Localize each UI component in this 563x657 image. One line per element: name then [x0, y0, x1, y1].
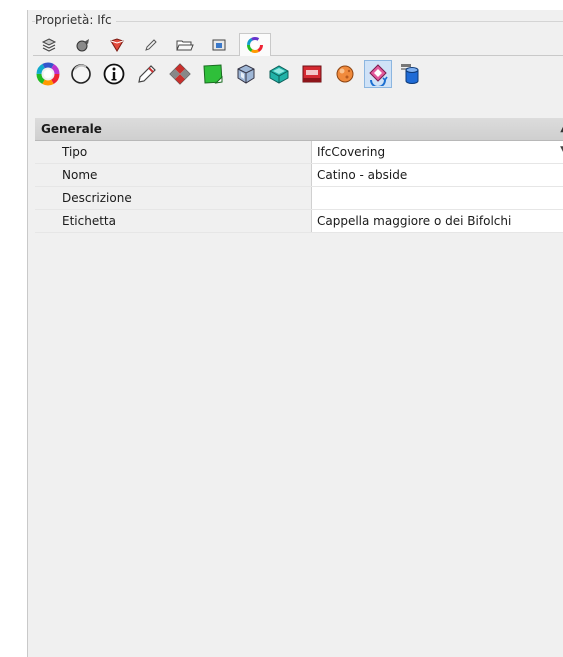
tab-object[interactable] [69, 35, 97, 55]
properties-panel: Proprietà: Ifc Generale Tipo IfcCovering… [27, 10, 563, 657]
section-header-generale[interactable]: Generale ▲ [35, 118, 563, 141]
property-row-descrizione: Descrizione [35, 187, 563, 210]
property-name: Descrizione [35, 187, 311, 209]
property-row-nome: Nome Catino - abside [35, 164, 563, 187]
toolbar [33, 57, 563, 93]
property-value: IfcCovering [317, 145, 386, 159]
tab-viewport[interactable] [205, 35, 233, 55]
tab-pencil[interactable] [137, 35, 165, 55]
section-title: Generale [41, 122, 102, 136]
info-icon [103, 63, 125, 85]
property-value-tipo[interactable]: IfcCovering ▼ [311, 141, 563, 163]
toolbar-color-button[interactable] [34, 60, 62, 88]
pencil-icon [138, 65, 156, 83]
tab-material[interactable] [103, 35, 131, 55]
property-value-descrizione[interactable] [311, 187, 563, 209]
toolbar-green-square-button[interactable] [199, 60, 227, 88]
circle-outline-icon [71, 64, 91, 84]
viewport-icon [212, 39, 226, 51]
red-box-icon [302, 65, 322, 83]
toolbar-circle-button[interactable] [67, 60, 95, 88]
object-icon [76, 39, 89, 52]
tab-strip [33, 33, 563, 56]
property-name: Tipo [35, 141, 311, 163]
toolbar-checker-button[interactable] [166, 60, 194, 88]
property-grid: Generale ▲ Tipo IfcCovering ▼ Nome Catin… [35, 118, 563, 233]
property-row-tipo: Tipo IfcCovering ▼ [35, 141, 563, 164]
property-value: Catino - abside [317, 168, 408, 182]
color-wheel-icon [247, 37, 263, 53]
tab-layers[interactable] [35, 35, 63, 55]
cycle-arrows-icon [369, 64, 388, 86]
color-wheel-icon [36, 62, 60, 86]
toolbar-ball-button[interactable] [331, 60, 359, 88]
toolbar-cube-button[interactable] [232, 60, 260, 88]
checker-icon [169, 63, 191, 85]
pencil-icon [145, 39, 157, 51]
toolbar-cycle-button[interactable] [364, 60, 392, 88]
toolbar-info-button[interactable] [100, 60, 128, 88]
folder-icon [176, 40, 194, 51]
tab-folder[interactable] [171, 35, 199, 55]
panel-title: Proprietà: Ifc [35, 13, 116, 27]
property-value: Cappella maggiore o dei Bifolchi [317, 214, 512, 228]
teal-box-icon [269, 65, 289, 84]
toolbar-cylinder-button[interactable] [397, 60, 425, 88]
toolbar-teal-box-button[interactable] [265, 60, 293, 88]
property-row-etichetta: Etichetta Cappella maggiore o dei Bifolc… [35, 210, 563, 233]
green-square-icon [203, 64, 223, 84]
cylinder-icon [401, 64, 419, 84]
tab-color[interactable] [239, 33, 271, 56]
material-icon [110, 38, 124, 52]
ball-icon [336, 65, 354, 83]
layers-icon [41, 38, 57, 52]
toolbar-pencil-button[interactable] [133, 60, 161, 88]
property-value-etichetta[interactable]: Cappella maggiore o dei Bifolchi [311, 210, 563, 232]
cube-icon [237, 64, 255, 84]
toolbar-red-box-button[interactable] [298, 60, 326, 88]
property-value-nome[interactable]: Catino - abside [311, 164, 563, 186]
property-name: Nome [35, 164, 311, 186]
property-name: Etichetta [35, 210, 311, 232]
